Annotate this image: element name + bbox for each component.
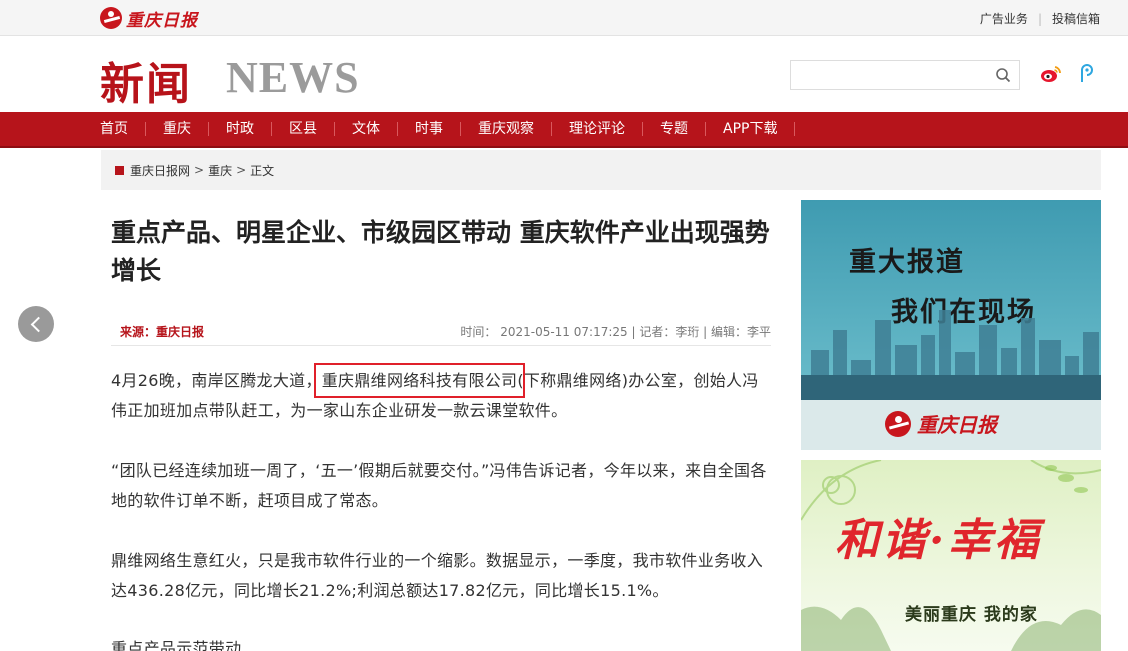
article-source: 来源：重庆日报	[120, 325, 205, 339]
site-logo-text: 重庆日报	[126, 10, 198, 31]
banner-footer: 重庆日报	[801, 400, 1101, 450]
search-input[interactable]	[791, 61, 987, 89]
breadcrumb-section[interactable]: 重庆	[208, 162, 232, 179]
divider: |	[1037, 11, 1042, 26]
breadcrumb: 重庆日报网 > 重庆 > 正文	[101, 150, 1101, 190]
city-skyline-icon	[801, 310, 1101, 400]
nav-item-app-download[interactable]: APP下载	[706, 122, 796, 136]
article-paragraph: “团队已经连续加班一周了，‘五一’假期后就要交付。”冯伟告诉记者，今年以来，来自…	[111, 461, 767, 510]
submit-mailbox-link[interactable]: 投稿信箱	[1052, 10, 1100, 27]
nav-item-current-affairs[interactable]: 时事	[398, 122, 461, 136]
banner-logo: 重庆日报	[885, 409, 997, 438]
nav-item-districts[interactable]: 区县	[272, 122, 335, 136]
breadcrumb-marker-icon	[115, 165, 124, 175]
wechat-icon[interactable]	[1076, 62, 1096, 84]
breadcrumb-home[interactable]: 重庆日报网	[130, 162, 190, 179]
article-title: 重点产品、明星企业、市级园区带动 重庆软件产业出现强势增长	[111, 218, 770, 285]
banner-harmony[interactable]: 和谐·幸福 美丽重庆 我的家	[801, 460, 1101, 651]
previous-arrow-icon[interactable]	[18, 306, 54, 342]
logo-mark-icon	[885, 410, 911, 437]
breadcrumb-current: 正文	[250, 163, 275, 178]
site-logo[interactable]: 重庆日报	[100, 6, 198, 31]
section-title-en: NEWS	[226, 53, 360, 102]
article-byline: 时间： 2021-05-11 07:17:25 | 记者：李珩 | 编辑：李平	[460, 325, 771, 339]
breadcrumb-separator: >	[236, 163, 247, 177]
banner-art-title: 和谐·幸福	[835, 515, 1042, 566]
article-paragraph: 鼎维网络生意红火，只是我市软件行业的一个缩影。数据显示，一季度，我市软件业务收入…	[111, 551, 764, 600]
top-links: 广告业务 | 投稿信箱	[980, 10, 1100, 27]
banner-major-report[interactable]: 重大报道 我们在现场 重庆日报	[801, 200, 1101, 450]
banner-logo-text: 重庆日报	[917, 413, 997, 437]
ad-business-link[interactable]: 广告业务	[980, 10, 1028, 27]
breadcrumb-separator: >	[194, 163, 205, 177]
article-paragraph: 4月26晚，南岸区腾龙大道，重庆鼎维网络科技有限公司(下称鼎维网络)办公室，创始…	[111, 363, 773, 426]
banner-slogan: 美丽重庆 我的家	[905, 605, 1038, 625]
main-nav: 首页 重庆 时政 区县 文体 时事 重庆观察 理论评论 专题 APP下载	[0, 112, 1128, 148]
nav-item-politics[interactable]: 时政	[209, 122, 272, 136]
logo-mark-icon	[100, 7, 122, 29]
nav-item-chongqing[interactable]: 重庆	[146, 122, 209, 136]
section-title-cn: 新闻	[100, 59, 192, 110]
nav-item-culture-sports[interactable]: 文体	[335, 122, 398, 136]
search-box	[790, 60, 1020, 90]
search-icon[interactable]	[995, 67, 1011, 83]
paragraph-text: 4月26晚，南岸区腾龙大道，	[111, 371, 322, 390]
top-bar: 重庆日报 广告业务 | 投稿信箱	[0, 0, 1128, 36]
nav-item-topics[interactable]: 专题	[643, 122, 706, 136]
banner-headline: 重大报道	[849, 247, 965, 278]
nav-item-theory-review[interactable]: 理论评论	[552, 122, 643, 136]
weibo-icon[interactable]	[1040, 64, 1062, 84]
nav-item-home[interactable]: 首页	[100, 122, 146, 136]
article-meta: 来源：重庆日报 时间： 2021-05-11 07:17:25 | 记者：李珩 …	[111, 316, 771, 346]
article-subheading: 重点产品示范带动	[111, 639, 242, 651]
highlighted-company-name: 重庆鼎维网络科技有限公司	[313, 363, 526, 398]
header: 新闻 NEWS	[0, 36, 1128, 112]
nav-item-chongqing-observe[interactable]: 重庆观察	[461, 122, 552, 136]
